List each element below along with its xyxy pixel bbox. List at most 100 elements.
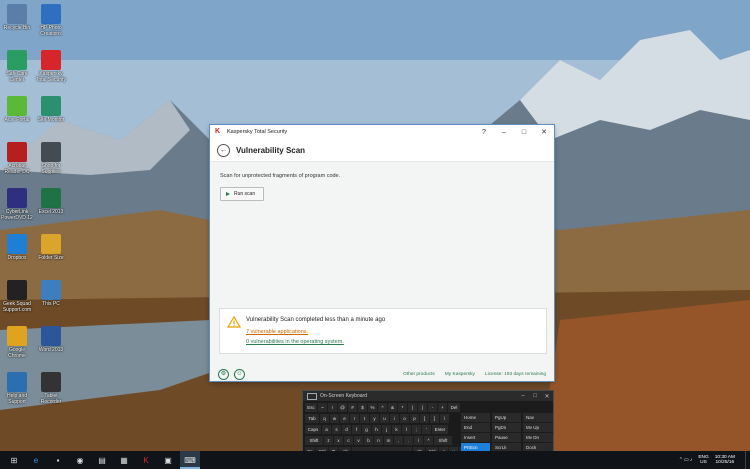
other-products-link[interactable]: Other products xyxy=(403,372,435,377)
osk-key[interactable]: w xyxy=(330,414,339,423)
osk-key[interactable]: g xyxy=(362,425,371,434)
osk-nav-key[interactable]: Nav xyxy=(523,413,553,422)
osk-key[interactable]: - xyxy=(428,403,437,412)
osk-nav-key[interactable]: PgDn xyxy=(492,423,521,432)
desktop-icon[interactable]: Shop for Supplies xyxy=(34,142,68,175)
desktop-icon[interactable]: Geek Squad Support.com xyxy=(0,280,34,313)
osk-key[interactable]: m xyxy=(384,436,393,445)
back-button[interactable]: ← xyxy=(217,143,230,157)
network-app-icon[interactable]: ▣ xyxy=(158,451,178,469)
support-icon[interactable]: ☺ xyxy=(234,368,245,380)
osk-key[interactable]: ~ xyxy=(318,403,327,412)
osk-key[interactable]: ^ xyxy=(424,436,433,445)
osk-key[interactable]: ) xyxy=(418,403,427,412)
run-scan-button[interactable]: Run scan xyxy=(220,187,264,201)
osk-key[interactable]: d xyxy=(342,425,351,434)
settings-icon[interactable]: ⚙ xyxy=(218,368,229,380)
desktop-icon[interactable]: This PC xyxy=(34,280,68,307)
help-button[interactable]: ? xyxy=(474,129,494,136)
minimize-button[interactable]: – xyxy=(494,129,514,136)
calendar-icon[interactable]: ▦ xyxy=(114,451,134,469)
osk-key[interactable]: \ xyxy=(440,414,449,423)
osk-key[interactable]: x xyxy=(334,436,343,445)
osk-key[interactable]: Shift xyxy=(434,436,452,445)
osk-key[interactable]: o xyxy=(400,414,409,423)
osk-key[interactable]: b xyxy=(364,436,373,445)
osk-key[interactable]: ] xyxy=(430,414,439,423)
osk-key[interactable]: + xyxy=(438,403,447,412)
desktop-icon[interactable]: Help and Support xyxy=(0,372,34,405)
desktop-icon[interactable]: HP Photo Creations xyxy=(34,4,68,37)
license-link[interactable]: License: 193 days remaining xyxy=(485,372,546,377)
osk-key[interactable]: Del xyxy=(448,403,460,412)
osk-key[interactable]: k xyxy=(392,425,401,434)
osk-key[interactable]: a xyxy=(322,425,331,434)
maximize-button[interactable]: □ xyxy=(514,129,534,136)
osk-key[interactable]: n xyxy=(374,436,383,445)
vulnerable-apps-link[interactable]: 7 vulnerable applications. xyxy=(246,329,308,335)
osk-nav-key[interactable]: Pause xyxy=(492,433,521,442)
taskbar-app-icon[interactable]: ▪ xyxy=(48,451,68,469)
desktop-icon[interactable]: Google Chrome xyxy=(0,326,34,359)
osk-key[interactable]: c xyxy=(344,436,353,445)
osk-nav-key[interactable]: End xyxy=(461,423,490,432)
osk-key[interactable]: j xyxy=(382,425,391,434)
osk-key[interactable]: Tab xyxy=(305,414,319,423)
osk-minimize-button[interactable]: – xyxy=(517,393,529,399)
osk-key[interactable]: l xyxy=(402,425,411,434)
osk-key[interactable]: e xyxy=(340,414,349,423)
osk-nav-key[interactable]: Mv Dn xyxy=(523,433,553,442)
osk-key[interactable]: $ xyxy=(358,403,367,412)
edge-icon[interactable]: e xyxy=(26,451,46,469)
osk-key[interactable]: Esc xyxy=(305,403,317,412)
language-indicator[interactable]: ENG US xyxy=(698,455,708,466)
desktop-icon[interactable]: Excel 2013 xyxy=(34,188,68,215)
osk-key[interactable]: Enter xyxy=(432,425,448,434)
desktop-icon[interactable]: Kaspersky Total Security xyxy=(34,50,68,83)
tray-icons[interactable]: ⌃ ▭ ♪ xyxy=(679,458,693,463)
osk-close-button[interactable]: ✕ xyxy=(541,393,553,400)
osk-nav-key[interactable]: PgUp xyxy=(492,413,521,422)
osk-nav-key[interactable]: Insert xyxy=(461,433,490,442)
osk-key[interactable]: / xyxy=(414,436,423,445)
osk-maximize-button[interactable]: □ xyxy=(529,393,541,399)
desktop-icon[interactable]: Word 2013 xyxy=(34,326,68,353)
osk-key[interactable]: , xyxy=(394,436,403,445)
osk-key[interactable]: * xyxy=(398,403,407,412)
desktop-icon[interactable]: Acer Portal xyxy=(0,96,34,123)
osk-key[interactable]: i xyxy=(390,414,399,423)
osk-key[interactable]: % xyxy=(368,403,377,412)
osk-key[interactable]: Shift xyxy=(305,436,323,445)
osk-key[interactable]: s xyxy=(332,425,341,434)
clock[interactable]: 10:30 AM 10/25/16 xyxy=(715,455,735,466)
desktop-icon[interactable]: Tablet Recorder xyxy=(34,372,68,405)
osk-key[interactable]: & xyxy=(388,403,397,412)
osk-key[interactable]: f xyxy=(352,425,361,434)
osk-key[interactable]: @ xyxy=(338,403,347,412)
osk-nav-key[interactable]: Mv Up xyxy=(523,423,553,432)
osk-key[interactable]: r xyxy=(350,414,359,423)
osk-key[interactable]: y xyxy=(370,414,379,423)
osk-key[interactable]: Caps xyxy=(305,425,321,434)
show-desktop-button[interactable] xyxy=(745,451,750,469)
osk-key[interactable]: # xyxy=(348,403,357,412)
desktop-icon[interactable]: Site Monitor xyxy=(34,96,68,123)
osk-key[interactable]: ; xyxy=(412,425,421,434)
desktop-icon[interactable]: Folder Size xyxy=(34,234,68,261)
close-button[interactable]: ✕ xyxy=(534,128,554,136)
osk-key[interactable]: [ xyxy=(420,414,429,423)
osk-key[interactable]: t xyxy=(360,414,369,423)
kaspersky-taskbar-icon[interactable]: K xyxy=(136,451,156,469)
desktop-icon[interactable]: Acrobat Reader DC xyxy=(0,142,34,175)
osk-nav-key[interactable]: Home xyxy=(461,413,490,422)
osk-key[interactable]: q xyxy=(320,414,329,423)
osk-key[interactable]: v xyxy=(354,436,363,445)
my-kaspersky-link[interactable]: My Kaspersky xyxy=(445,372,475,377)
osk-key[interactable]: ! xyxy=(328,403,337,412)
osk-key[interactable]: ^ xyxy=(378,403,387,412)
osk-key[interactable]: ' xyxy=(422,425,431,434)
desktop-icon[interactable]: Recycle Bin xyxy=(0,4,34,31)
windows-start-icon[interactable]: ⊞ xyxy=(4,451,24,469)
osk-key[interactable]: z xyxy=(324,436,333,445)
desktop-icon[interactable]: CyberLink PowerDVD 12 xyxy=(0,188,34,221)
